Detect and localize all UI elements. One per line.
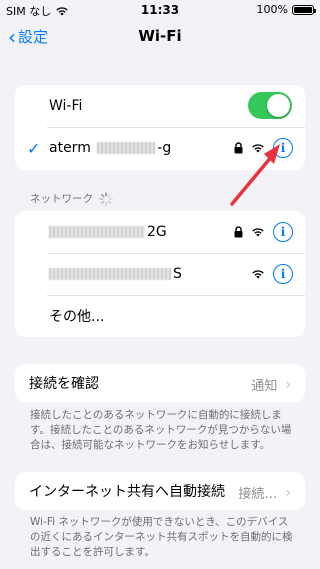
- network-icons: i: [251, 264, 293, 284]
- navigation-bar: ‹ 設定 Wi-Fi: [0, 20, 320, 52]
- network-row[interactable]: S i: [15, 253, 305, 295]
- battery-percent: 100%: [256, 3, 288, 16]
- auto-join-hotspot-group: インターネット共有へ自動接続 接続… ›: [15, 472, 305, 510]
- auto-join-hotspot-row[interactable]: インターネット共有へ自動接続 接続… ›: [15, 472, 305, 510]
- wifi-toggle-label: Wi-Fi: [49, 98, 83, 114]
- status-bar: SIM なし 11:33 100%: [0, 0, 320, 20]
- other-network-label: その他...: [49, 309, 105, 325]
- wifi-toggle[interactable]: [248, 92, 292, 119]
- network-row[interactable]: 2G i: [15, 211, 305, 253]
- network-name: 2G: [49, 224, 167, 240]
- ask-to-join-label: 接続を確認: [29, 376, 99, 392]
- chevron-right-icon: ›: [285, 484, 291, 501]
- auto-join-hotspot-label: インターネット共有へ自動接続: [29, 484, 225, 500]
- chevron-right-icon: ›: [285, 376, 291, 393]
- page-title: Wi-Fi: [138, 27, 182, 45]
- toggle-knob: [267, 94, 290, 117]
- ask-to-join-group: 接続を確認 通知 ›: [15, 364, 305, 402]
- ask-to-join-value: 通知: [251, 379, 278, 394]
- ask-to-join-description: 接続したことのあるネットワークに自動的に接続します。接続したことのあるネットワー…: [30, 409, 292, 451]
- ask-to-join-row[interactable]: 接続を確認 通知 ›: [15, 364, 305, 402]
- lock-icon: [234, 226, 243, 238]
- loading-spinner-icon: [99, 191, 113, 206]
- blurred-network-name: [49, 226, 145, 238]
- networks-section-header: ネットワーク: [30, 191, 113, 206]
- network-name: S: [49, 266, 182, 282]
- ask-to-join-value-group: 通知 ›: [251, 375, 291, 395]
- info-icon[interactable]: i: [273, 222, 293, 242]
- blurred-network-name: [49, 268, 171, 280]
- auto-join-hotspot-description: Wi-Fi ネットワークが使用できないとき、このデバイスの近くにあるインターネッ…: [30, 516, 293, 558]
- blurred-network-name: [97, 142, 156, 154]
- wifi-signal-icon: [252, 228, 264, 237]
- info-icon[interactable]: i: [273, 264, 293, 284]
- wifi-toggle-row: Wi-Fi: [15, 85, 305, 127]
- checkmark-icon: ✓: [27, 138, 41, 158]
- status-right: 100%: [256, 3, 316, 16]
- auto-join-hotspot-value: 接続…: [238, 487, 278, 502]
- networks-group: 2G i S i その他...: [15, 211, 305, 337]
- battery-icon: [292, 4, 316, 15]
- connected-network-name: aterm -g: [49, 140, 172, 156]
- auto-join-hotspot-value-group: 接続… ›: [238, 483, 291, 503]
- network-icons: i: [234, 222, 293, 242]
- annotation-arrow-icon: [230, 144, 280, 206]
- other-network-row[interactable]: その他...: [15, 295, 305, 337]
- wifi-signal-icon: [252, 270, 264, 279]
